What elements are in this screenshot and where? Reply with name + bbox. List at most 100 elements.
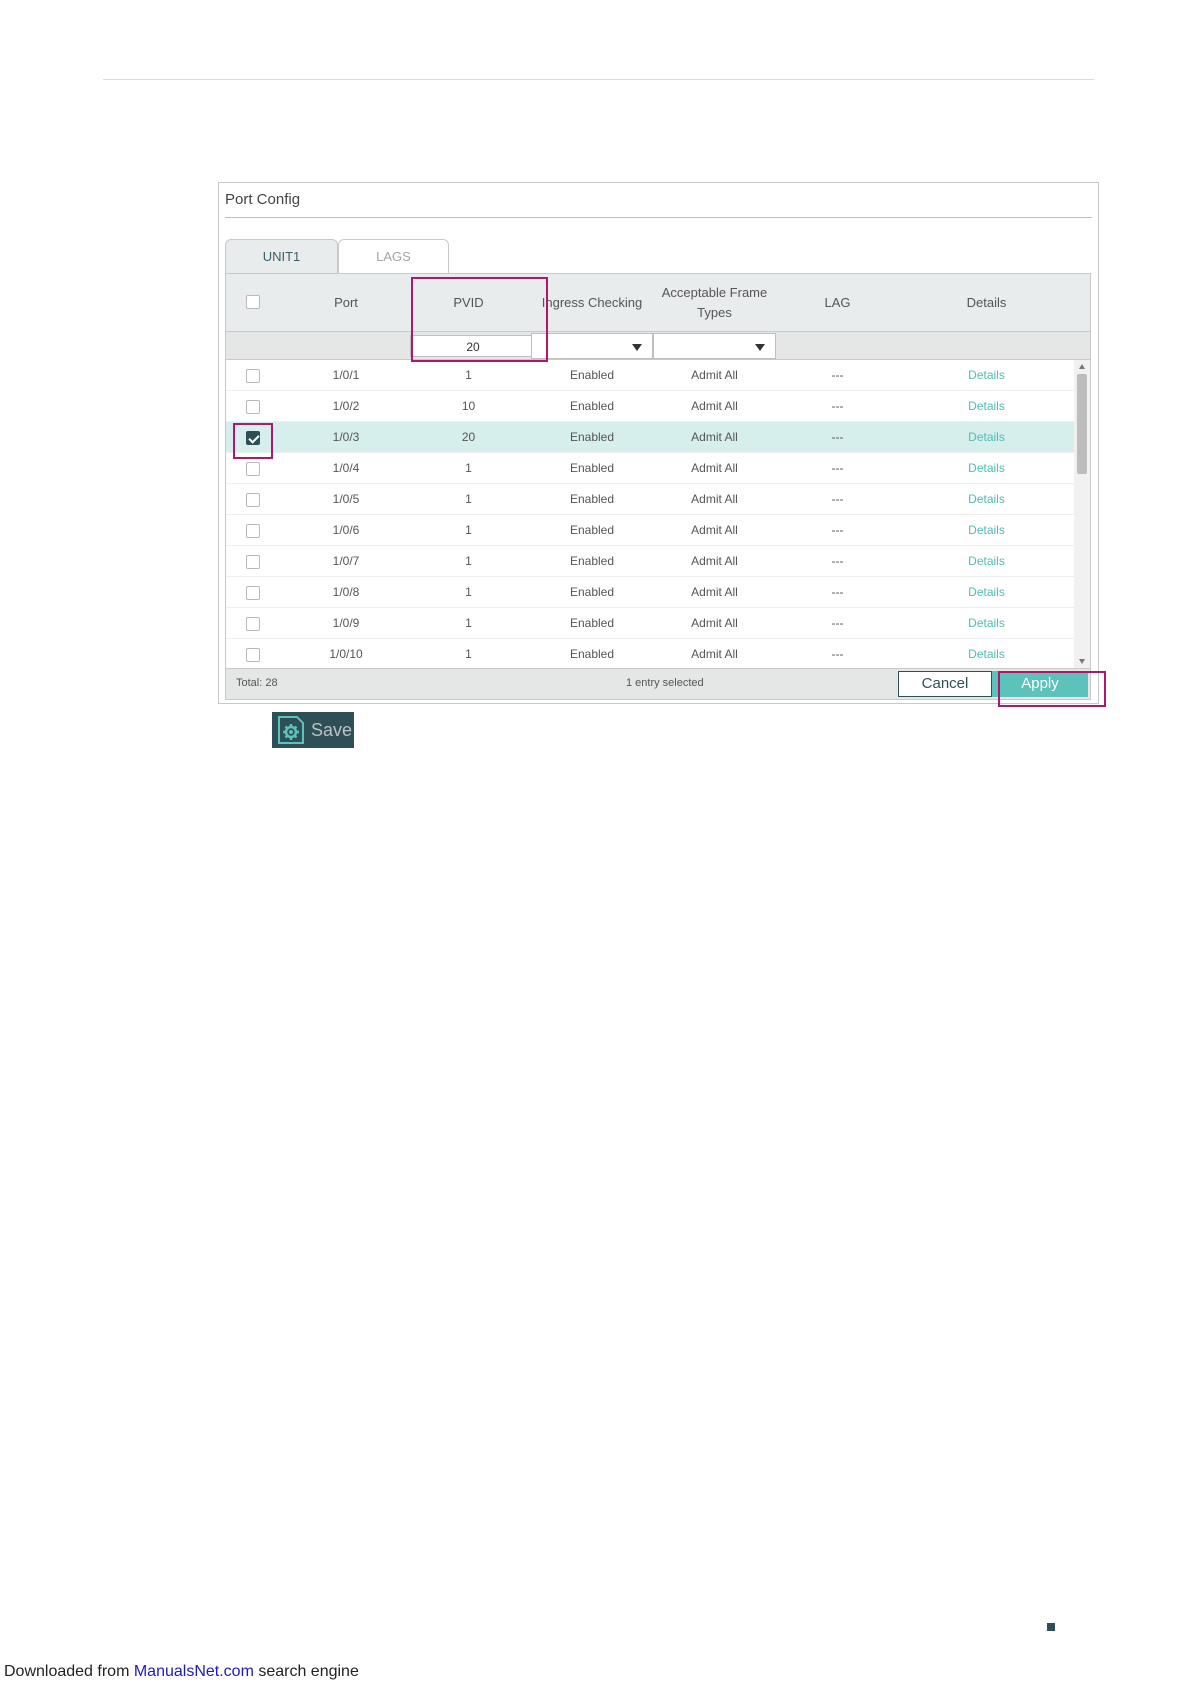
acceptable-frame-types-select[interactable]: [653, 333, 776, 359]
cell-acceptable-frame-types: Admit All: [691, 616, 738, 630]
tab-lags[interactable]: LAGS: [338, 239, 449, 273]
scroll-up-icon[interactable]: [1079, 364, 1085, 369]
select-all-checkbox[interactable]: [246, 295, 260, 309]
row-checkbox[interactable]: [246, 648, 260, 662]
table-row[interactable]: 1/0/5 1 Enabled Admit All --- Details: [226, 484, 1074, 515]
details-link[interactable]: Details: [899, 453, 1074, 484]
row-checkbox[interactable]: [246, 493, 260, 507]
row-checkbox[interactable]: [246, 524, 260, 538]
scroll-down-icon[interactable]: [1079, 659, 1085, 664]
cell-lag: ---: [831, 399, 844, 413]
row-checkbox[interactable]: [246, 369, 260, 383]
row-checkbox[interactable]: [246, 400, 260, 414]
download-footer: Downloaded from ManualsNet.com search en…: [4, 1663, 359, 1681]
details-link[interactable]: Details: [899, 515, 1074, 546]
cell-pvid: 10: [461, 399, 476, 413]
cell-pvid: 1: [465, 616, 472, 630]
cell-pvid: 1: [465, 554, 472, 568]
cell-acceptable-frame-types: Admit All: [691, 430, 738, 444]
cell-ingress-checking: Enabled: [569, 647, 615, 661]
gear-icon: [278, 716, 304, 744]
details-link[interactable]: Details: [899, 639, 1074, 668]
tab-unit1[interactable]: UNIT1: [225, 239, 338, 273]
table-row[interactable]: 1/0/9 1 Enabled Admit All --- Details: [226, 608, 1074, 639]
cell-pvid: 1: [465, 492, 472, 506]
port-table: Port PVID Ingress Checking Acceptable Fr…: [225, 273, 1091, 700]
table-row[interactable]: 1/0/1 1 Enabled Admit All --- Details: [226, 360, 1074, 391]
table-row[interactable]: 1/0/4 1 Enabled Admit All --- Details: [226, 453, 1074, 484]
save-label: Save: [311, 719, 353, 740]
cell-ingress-checking: Enabled: [569, 399, 615, 413]
row-checkbox[interactable]: [246, 431, 260, 445]
chevron-down-icon: [632, 344, 642, 351]
port-config-panel: Port Config UNIT1 LAGS Port PVID Ingress…: [218, 182, 1099, 704]
scroll-thumb[interactable]: [1077, 374, 1087, 474]
cell-lag: ---: [831, 430, 844, 444]
row-checkbox[interactable]: [246, 555, 260, 569]
cell-acceptable-frame-types: Admit All: [691, 647, 738, 661]
details-link[interactable]: Details: [899, 422, 1074, 453]
details-link[interactable]: Details: [899, 546, 1074, 577]
pvid-input[interactable]: 20: [410, 335, 536, 357]
panel-divider: [225, 217, 1092, 218]
column-header-details: Details: [966, 294, 1007, 310]
cell-lag: ---: [831, 647, 844, 661]
details-link[interactable]: Details: [899, 360, 1074, 391]
cell-acceptable-frame-types: Admit All: [691, 368, 738, 382]
table-scrollbar[interactable]: [1074, 360, 1090, 668]
top-divider: [103, 79, 1094, 80]
details-link[interactable]: Details: [899, 577, 1074, 608]
cell-lag: ---: [831, 554, 844, 568]
cell-ingress-checking: Enabled: [569, 368, 615, 382]
cell-ingress-checking: Enabled: [569, 523, 615, 537]
ingress-checking-select[interactable]: [531, 333, 653, 359]
table-row[interactable]: 1/0/8 1 Enabled Admit All --- Details: [226, 577, 1074, 608]
cell-acceptable-frame-types: Admit All: [691, 399, 738, 413]
cell-port: 1/0/3: [332, 430, 360, 444]
cell-acceptable-frame-types: Admit All: [691, 585, 738, 599]
details-link[interactable]: Details: [899, 391, 1074, 422]
save-button[interactable]: Save: [272, 712, 354, 748]
cell-pvid: 20: [461, 430, 476, 444]
table-footer: Total: 28 1 entry selected Cancel Apply: [226, 668, 1090, 699]
total-count: Total: 28: [236, 677, 278, 689]
cell-lag: ---: [831, 616, 844, 630]
column-header-acceptable-line1: Acceptable Frame: [661, 284, 768, 300]
table-row[interactable]: 1/0/3 20 Enabled Admit All --- Details: [226, 422, 1074, 453]
details-link[interactable]: Details: [899, 484, 1074, 515]
table-row[interactable]: 1/0/6 1 Enabled Admit All --- Details: [226, 515, 1074, 546]
selection-status: 1 entry selected: [626, 677, 704, 689]
table-row[interactable]: 1/0/7 1 Enabled Admit All --- Details: [226, 546, 1074, 577]
table-row[interactable]: 1/0/2 10 Enabled Admit All --- Details: [226, 391, 1074, 422]
column-header-pvid: PVID: [453, 294, 484, 310]
column-header-acceptable-frame-types: Acceptable Frame Types: [653, 274, 776, 331]
row-checkbox[interactable]: [246, 617, 260, 631]
cell-ingress-checking: Enabled: [569, 430, 615, 444]
cell-acceptable-frame-types: Admit All: [691, 554, 738, 568]
footer-suffix: search engine: [253, 1663, 359, 1680]
filter-row: 20: [226, 331, 1090, 360]
cell-acceptable-frame-types: Admit All: [691, 523, 738, 537]
panel-title: Port Config: [225, 191, 301, 208]
row-checkbox[interactable]: [246, 586, 260, 600]
cell-lag: ---: [831, 523, 844, 537]
cell-port: 1/0/2: [332, 399, 360, 413]
cell-ingress-checking: Enabled: [569, 492, 615, 506]
table-row[interactable]: 1/0/10 1 Enabled Admit All --- Details: [226, 639, 1074, 668]
column-header-ingress-checking: Ingress Checking: [541, 294, 643, 310]
cancel-button[interactable]: Cancel: [898, 671, 992, 697]
cell-port: 1/0/6: [332, 523, 360, 537]
page-marker: [1047, 1623, 1055, 1631]
apply-button[interactable]: Apply: [992, 671, 1088, 697]
manualsnet-link[interactable]: ManualsNet.com: [134, 1663, 254, 1680]
row-checkbox[interactable]: [246, 462, 260, 476]
cell-lag: ---: [831, 585, 844, 599]
details-link[interactable]: Details: [899, 608, 1074, 639]
cell-port: 1/0/5: [332, 492, 360, 506]
cell-pvid: 1: [465, 368, 472, 382]
column-header-acceptable-line2: Types: [697, 304, 732, 320]
cell-ingress-checking: Enabled: [569, 554, 615, 568]
column-header-port: Port: [334, 294, 358, 310]
cell-port: 1/0/10: [329, 647, 363, 661]
cell-pvid: 1: [465, 461, 472, 475]
